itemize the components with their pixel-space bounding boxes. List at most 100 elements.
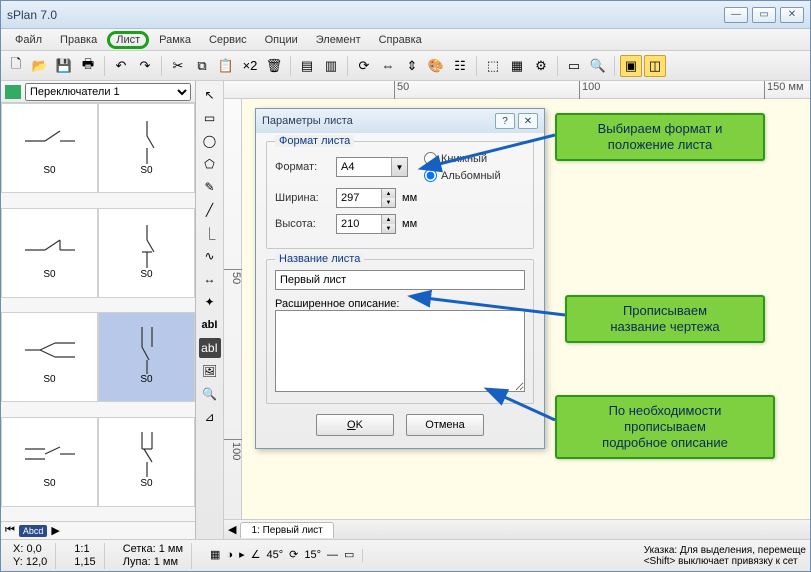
- zoom-icon[interactable]: 🔍: [199, 384, 221, 404]
- library-cell[interactable]: S0: [1, 208, 98, 298]
- line-style-icon[interactable]: —: [327, 549, 338, 562]
- menu-element[interactable]: Элемент: [308, 32, 369, 48]
- tool-a-icon[interactable]: ▣: [620, 55, 642, 77]
- library-cell[interactable]: S0: [1, 103, 98, 193]
- callout-desc: По необходимости прописываем подробное о…: [555, 395, 775, 459]
- undo-icon[interactable]: ↶: [110, 55, 132, 77]
- grid-toggle-icon[interactable]: ▦: [210, 549, 220, 562]
- library-icon: [5, 85, 21, 99]
- cut-icon[interactable]: ✂: [167, 55, 189, 77]
- rect-icon[interactable]: ▭: [199, 108, 221, 128]
- group-format-title: Формат листа: [275, 135, 354, 147]
- tool-column: ↖ ▭ ◯ ⬠ ✎ ╱ ⎿ ∿ ↔ ✦ abI abI 🖼 🔍 ⊿: [196, 81, 224, 539]
- freeform-icon[interactable]: ✎: [199, 177, 221, 197]
- print-icon[interactable]: 🖶: [77, 55, 99, 77]
- flip-v-icon[interactable]: ⇕: [401, 55, 423, 77]
- menu-service[interactable]: Сервис: [201, 32, 255, 48]
- palette-icon[interactable]: 🎨: [425, 55, 447, 77]
- page-icon[interactable]: ▭: [563, 55, 585, 77]
- status-xy: X: 0,0 Y: 12,0: [5, 543, 56, 569]
- cancel-button[interactable]: Отмена: [406, 414, 484, 436]
- close-button[interactable]: ✕: [780, 7, 804, 23]
- search-icon[interactable]: 🔍: [587, 55, 609, 77]
- measure-icon[interactable]: ⊿: [199, 407, 221, 427]
- status-grid: Сетка: 1 мм Лупа: 1 мм: [115, 543, 192, 569]
- node-icon[interactable]: ✦: [199, 292, 221, 312]
- new-icon[interactable]: 🗋: [5, 55, 27, 77]
- image-icon[interactable]: 🖼: [199, 361, 221, 381]
- tab-prev-icon[interactable]: ◀: [228, 523, 236, 536]
- format-label: Формат:: [275, 161, 330, 173]
- dimension-icon[interactable]: ↔: [199, 269, 221, 289]
- menu-frame[interactable]: Рамка: [151, 32, 199, 48]
- desc-label: Расширенное описание:: [275, 298, 525, 310]
- format-combo[interactable]: A4 ▼: [336, 157, 408, 177]
- text-icon[interactable]: abI: [199, 315, 221, 335]
- snap-toggle-icon[interactable]: ◑: [226, 549, 233, 562]
- circle-icon[interactable]: ◯: [199, 131, 221, 151]
- rect-style-icon[interactable]: ▭: [344, 549, 354, 562]
- nav-next-icon[interactable]: ▶: [51, 524, 59, 537]
- chevron-down-icon[interactable]: ▼: [391, 158, 407, 176]
- flag-icon[interactable]: ▸: [239, 549, 245, 562]
- minimize-button[interactable]: —: [724, 7, 748, 23]
- library-cell[interactable]: S0: [98, 208, 195, 298]
- dialog-title: Параметры листа: [262, 115, 492, 127]
- group-name-title: Название листа: [275, 253, 364, 265]
- library-cell-selected[interactable]: S0: [98, 312, 195, 402]
- main-toolbar: 🗋 📂 💾 🖶 ↶ ↷ ✂ ⧉ 📋 ×2 🗑 ▤ ▥ ⟳ ⇔ ⇕ 🎨 ☷ ⬚ ▦…: [1, 51, 810, 81]
- flip-h-icon[interactable]: ⇔: [377, 55, 399, 77]
- dialog-help-button[interactable]: ?: [495, 113, 515, 129]
- menu-file[interactable]: Файл: [7, 32, 50, 48]
- align-right-icon[interactable]: ▥: [320, 55, 342, 77]
- polyline-icon[interactable]: ⎿: [199, 223, 221, 243]
- sheet-desc-textarea[interactable]: [275, 310, 525, 392]
- status-scale: 1:1 1,15: [66, 543, 104, 569]
- ok-button[interactable]: OK: [316, 414, 394, 436]
- orient-portrait-radio[interactable]: Книжный: [424, 152, 479, 165]
- pointer-icon[interactable]: ↖: [199, 85, 221, 105]
- library-cell[interactable]: S0: [1, 417, 98, 507]
- library-chip[interactable]: Abcd: [19, 525, 48, 537]
- maximize-button[interactable]: ▭: [752, 7, 776, 23]
- redo-icon[interactable]: ↷: [134, 55, 156, 77]
- component-icon[interactable]: ⚙: [530, 55, 552, 77]
- menubar: Файл Правка Лист Рамка Сервис Опции Элем…: [1, 29, 810, 51]
- line-icon[interactable]: ╱: [199, 200, 221, 220]
- library-cell[interactable]: S0: [1, 312, 98, 402]
- orient-landscape-radio[interactable]: Альбомный: [424, 169, 479, 182]
- library-cell[interactable]: S0: [98, 103, 195, 193]
- nav-first-icon[interactable]: ⏮: [5, 524, 15, 537]
- library-cell[interactable]: S0: [98, 417, 195, 507]
- textblock-icon[interactable]: abI: [199, 338, 221, 358]
- sheet-name-input[interactable]: [275, 270, 525, 290]
- height-spinner[interactable]: 210 ▲▼: [336, 214, 396, 234]
- delete-icon[interactable]: 🗑: [263, 55, 285, 77]
- bezier-icon[interactable]: ∿: [199, 246, 221, 266]
- angle1-icon[interactable]: ∠: [251, 549, 261, 562]
- poly-icon[interactable]: ⬠: [199, 154, 221, 174]
- dialog-close-button[interactable]: ✕: [518, 113, 538, 129]
- menu-edit[interactable]: Правка: [52, 32, 105, 48]
- ruler-vertical: 50 100: [224, 99, 242, 519]
- paste-icon[interactable]: 📋: [215, 55, 237, 77]
- save-icon[interactable]: 💾: [53, 55, 75, 77]
- layers-icon[interactable]: ☷: [449, 55, 471, 77]
- library-selector[interactable]: Переключатели 1: [25, 83, 191, 101]
- ruler-horizontal: 50 100 150 мм: [224, 81, 810, 99]
- width-spinner[interactable]: 297 ▲▼: [336, 188, 396, 208]
- list-icon[interactable]: ▦: [506, 55, 528, 77]
- open-icon[interactable]: 📂: [29, 55, 51, 77]
- tool-b-icon[interactable]: ◫: [644, 55, 666, 77]
- select-rect-icon[interactable]: ⬚: [482, 55, 504, 77]
- menu-options[interactable]: Опции: [257, 32, 306, 48]
- menu-help[interactable]: Справка: [371, 32, 430, 48]
- sheet-tab[interactable]: 1: Первый лист: [240, 522, 333, 538]
- x2-icon[interactable]: ×2: [239, 55, 261, 77]
- callout-name: Прописываем название чертежа: [565, 295, 765, 343]
- menu-sheet[interactable]: Лист: [107, 31, 149, 49]
- copy-icon[interactable]: ⧉: [191, 55, 213, 77]
- angle2-icon[interactable]: ⟳: [289, 549, 298, 562]
- align-left-icon[interactable]: ▤: [296, 55, 318, 77]
- rotate-icon[interactable]: ⟳: [353, 55, 375, 77]
